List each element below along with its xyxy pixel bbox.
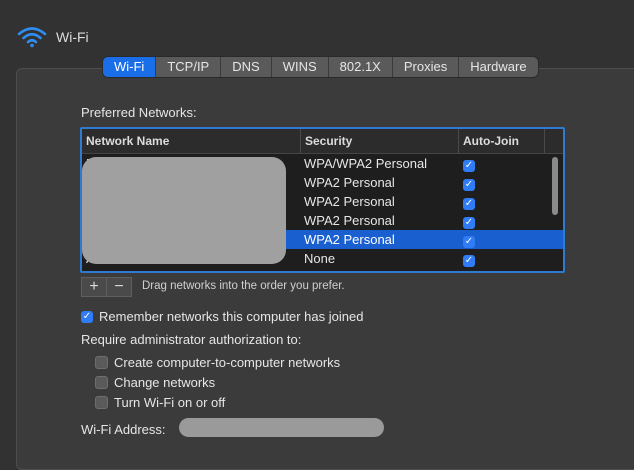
- create-networks-label: Create computer-to-computer networks: [114, 355, 341, 370]
- remember-networks-checkbox[interactable]: ✓: [81, 310, 93, 323]
- network-security: None: [304, 251, 336, 266]
- network-security: WPA/WPA2 Personal: [304, 156, 428, 171]
- auto-join-checkbox[interactable]: ✓: [463, 178, 475, 191]
- auto-join-checkbox[interactable]: ✓: [463, 254, 475, 267]
- tab-proxies[interactable]: Proxies: [391, 57, 458, 77]
- tab-bar: Wi-Fi TCP/IP DNS WINS 802.1X Proxies Har…: [103, 57, 538, 77]
- network-security: WPA2 Personal: [304, 194, 395, 209]
- table-header: Network Name Security Auto-Join: [82, 129, 563, 154]
- toggle-wifi-option[interactable]: Turn Wi-Fi on or off: [95, 395, 225, 410]
- tab-wins[interactable]: WINS: [270, 57, 328, 77]
- scrollbar-thumb[interactable]: [552, 157, 558, 215]
- network-security: WPA2 Personal: [304, 175, 395, 190]
- column-auto-join[interactable]: Auto-Join: [459, 129, 545, 153]
- tab-hardware[interactable]: Hardware: [458, 57, 537, 77]
- remember-networks-label: Remember networks this computer has join…: [99, 309, 364, 324]
- remember-networks-option[interactable]: ✓ Remember networks this computer has jo…: [81, 309, 363, 324]
- change-networks-checkbox[interactable]: [95, 376, 108, 389]
- table-scrollbar[interactable]: [549, 155, 561, 267]
- toggle-wifi-checkbox[interactable]: [95, 396, 108, 409]
- wifi-address-label: Wi-Fi Address:: [81, 422, 166, 437]
- tab-wifi[interactable]: Wi-Fi: [103, 57, 156, 77]
- auto-join-checkbox[interactable]: ✓: [463, 159, 475, 172]
- network-security: WPA2 Personal: [304, 232, 395, 247]
- tab-8021x[interactable]: 802.1X: [327, 57, 392, 77]
- toggle-wifi-label: Turn Wi-Fi on or off: [114, 395, 226, 410]
- network-security: WPA2 Personal: [304, 213, 395, 228]
- redacted-network-names: [82, 157, 286, 264]
- remove-network-button[interactable]: −: [107, 277, 132, 297]
- change-networks-label: Change networks: [114, 375, 216, 390]
- add-network-button[interactable]: +: [81, 277, 107, 297]
- create-networks-checkbox[interactable]: [95, 356, 108, 369]
- auto-join-checkbox[interactable]: ✓: [463, 216, 475, 229]
- tab-tcpip[interactable]: TCP/IP: [155, 57, 220, 77]
- column-security[interactable]: Security: [301, 129, 459, 153]
- column-network-name[interactable]: Network Name: [82, 129, 301, 153]
- auto-join-checkbox[interactable]: ✓: [463, 235, 475, 248]
- preferred-networks-label: Preferred Networks:: [81, 105, 197, 120]
- add-remove-controls: + −: [81, 277, 132, 297]
- create-networks-option[interactable]: Create computer-to-computer networks: [95, 355, 340, 370]
- change-networks-option[interactable]: Change networks: [95, 375, 215, 390]
- wifi-icon: [17, 27, 47, 48]
- redacted-wifi-address: [179, 418, 384, 437]
- column-spacer: [545, 129, 563, 153]
- require-admin-label: Require administrator authorization to:: [81, 332, 302, 347]
- window-title: Wi-Fi: [56, 29, 89, 45]
- window-titlebar: Wi-Fi: [16, 24, 89, 50]
- auto-join-checkbox[interactable]: ✓: [463, 197, 475, 210]
- tab-dns[interactable]: DNS: [220, 57, 270, 77]
- drag-hint: Drag networks into the order you prefer.: [142, 280, 345, 292]
